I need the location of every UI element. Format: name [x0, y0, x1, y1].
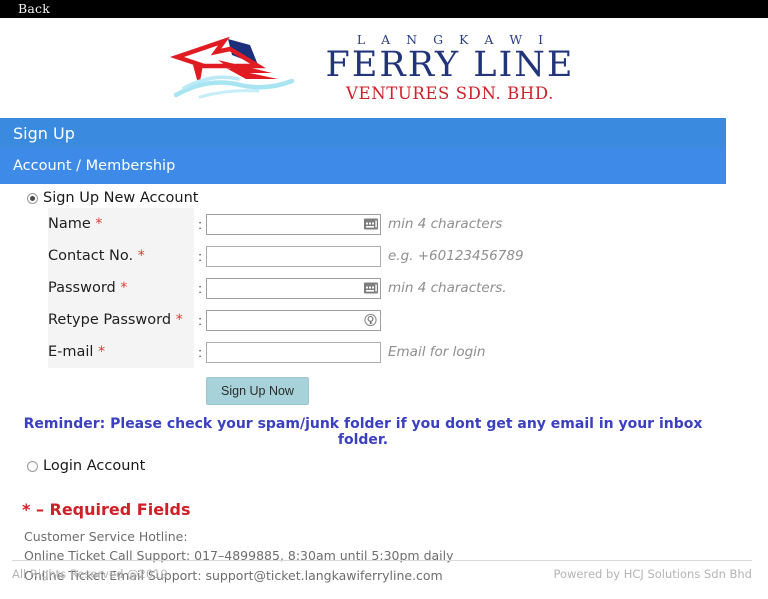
hotline-line: Customer Service Hotline: [24, 529, 188, 544]
required-asterisk: * [95, 216, 103, 232]
label-cell-contact-no: Contact No. * [48, 240, 194, 272]
password-field-wrapper[interactable] [206, 277, 381, 299]
login-option-row[interactable]: Login Account [0, 448, 768, 474]
form-row-password: Password * : min 4 characters. [48, 272, 524, 304]
retype-password-field[interactable] [207, 310, 380, 330]
hint-password: min 4 characters. [388, 280, 507, 296]
colon-separator: : [198, 280, 202, 296]
contact-no-field[interactable] [207, 246, 380, 266]
page-title: Sign Up [0, 118, 726, 148]
company-logo: L A N G K A W I FERRY LINE VENTURES SDN.… [166, 31, 575, 103]
colon-separator: : [198, 248, 202, 264]
input-cell-password [206, 272, 388, 304]
radio-login-account[interactable] [27, 460, 38, 472]
login-option-label: Login Account [43, 458, 146, 474]
sign-up-now-button[interactable]: Sign Up Now [206, 377, 309, 405]
spam-folder-reminder: Reminder: Please check your spam/junk fo… [23, 416, 703, 448]
colon-separator: : [198, 216, 202, 232]
ferry-boat-logo-icon [166, 35, 316, 101]
form-row-contact-no: Contact No. * : e.g. +60123456789 [48, 240, 524, 272]
logo-wordmark: L A N G K A W I FERRY LINE VENTURES SDN.… [325, 31, 575, 103]
hint-name: min 4 characters [388, 216, 503, 232]
input-cell-name [206, 208, 388, 240]
field-label: E-mail [48, 344, 94, 360]
input-cell-retype-password [206, 304, 388, 336]
required-asterisk: * [120, 280, 128, 296]
input-cell-email [206, 336, 388, 368]
signup-option-label: Sign Up New Account [43, 190, 199, 206]
required-asterisk: * [98, 344, 106, 360]
page-footer: All Rights Reserved @2019 Powered by HCJ… [12, 560, 752, 581]
field-label: Name [48, 216, 91, 232]
powered-by-text: Powered by HCJ Solutions Sdn Bhd [553, 567, 752, 581]
field-label: Contact No. [48, 248, 134, 264]
colon-separator: : [198, 344, 202, 360]
logo-line-ferryline: FERRY LINE [325, 45, 575, 86]
label-cell-name: Name * [48, 208, 194, 240]
email-field[interactable] [207, 342, 380, 362]
name-field-wrapper[interactable] [206, 213, 381, 235]
required-asterisk: * [137, 248, 145, 264]
copyright-text: All Rights Reserved @2019 [12, 567, 168, 581]
logo-banner: L A N G K A W I FERRY LINE VENTURES SDN.… [0, 18, 768, 118]
logo-line-langkawi: L A N G K A W I [356, 31, 550, 47]
name-field[interactable] [207, 214, 380, 234]
label-cell-email: E-mail * [48, 336, 194, 368]
password-field[interactable] [207, 278, 380, 298]
input-cell-contact-no [206, 240, 388, 272]
required-fields-note: * – Required Fields [22, 500, 191, 519]
field-label: Retype Password [48, 312, 172, 328]
hint-email: Email for login [388, 344, 486, 360]
logo-line-ventures: VENTURES SDN. BHD. [346, 83, 554, 103]
radio-signup-new-account[interactable] [27, 192, 38, 204]
hint-retype-password [388, 304, 524, 336]
submit-row: Sign Up Now [206, 377, 768, 405]
signup-option-row[interactable]: Sign Up New Account [0, 184, 768, 208]
form-row-email: E-mail * : Email for login [48, 336, 524, 368]
email-field-wrapper[interactable] [206, 341, 381, 363]
form-row-retype-password: Retype Password * : [48, 304, 524, 336]
required-asterisk: * [175, 312, 183, 328]
form-row-name: Name * : min 4 characters [48, 208, 524, 240]
retype-password-field-wrapper[interactable] [206, 309, 381, 331]
field-label: Password [48, 280, 116, 296]
label-cell-retype-password: Retype Password * [48, 304, 194, 336]
hint-contact-no: e.g. +60123456789 [388, 248, 524, 264]
back-button[interactable]: Back [18, 2, 50, 16]
colon-separator: : [198, 312, 202, 328]
signup-form: Name * : min 4 characters Contact No. * … [48, 208, 524, 368]
top-navigation-bar: Back [0, 0, 768, 18]
contact-no-field-wrapper[interactable] [206, 245, 381, 267]
label-cell-password: Password * [48, 272, 194, 304]
page-subtitle: Account / Membership [0, 148, 726, 184]
page-header: Sign Up Account / Membership [0, 118, 726, 184]
